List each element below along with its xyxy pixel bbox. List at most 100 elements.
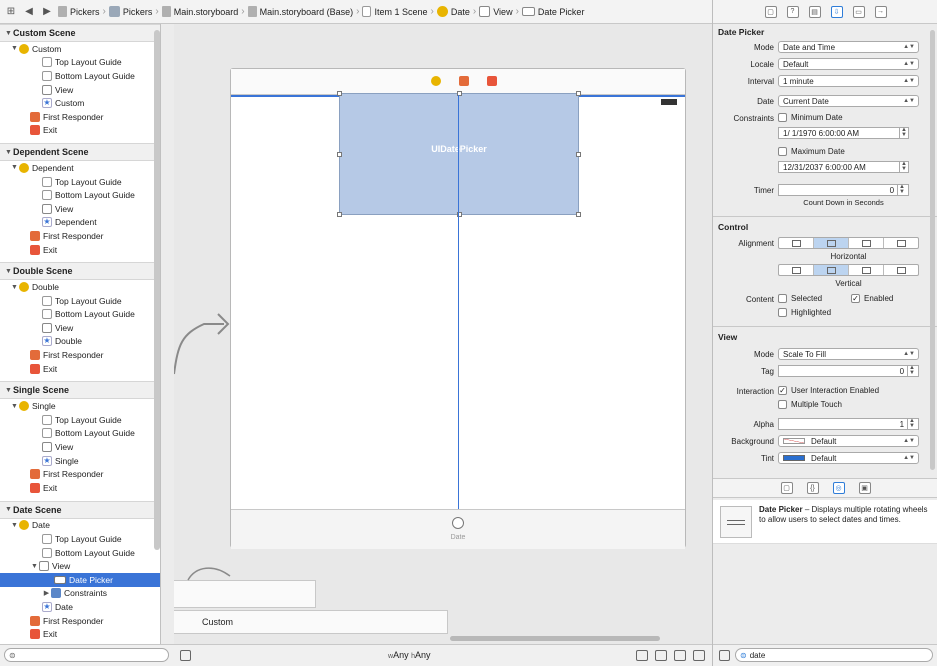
disclosure-triangle-icon[interactable]: ▼ xyxy=(10,284,19,291)
file-inspector-icon[interactable]: ▢ xyxy=(764,5,777,18)
breadcrumb-project[interactable]: Pickers xyxy=(58,6,100,17)
resize-handle[interactable] xyxy=(576,91,581,96)
outline-row[interactable]: Top Layout Guide xyxy=(0,56,160,70)
outline-row-date-picker-selected[interactable]: Date Picker xyxy=(0,573,160,587)
outline-row[interactable]: Top Layout Guide xyxy=(0,294,160,308)
multiple-touch-checkbox[interactable]: Multiple Touch xyxy=(778,400,842,409)
stepper-icon[interactable]: ▲ ▼ xyxy=(907,365,916,376)
interval-popup[interactable]: 1 minute ▲▼ xyxy=(778,75,919,87)
outline-row[interactable]: Exit xyxy=(0,124,160,138)
vertical-alignment-control[interactable] xyxy=(778,264,919,276)
outline-row[interactable]: Bottom Layout Guide xyxy=(0,69,160,83)
background-color-popup[interactable]: Default ▲▼ xyxy=(778,435,919,447)
minimum-date-field[interactable]: 1/ 1/1970 6:00:00 AM ▲ ▼ xyxy=(778,127,909,139)
outline-filter-field[interactable]: ⊜ xyxy=(4,648,169,662)
stepper-icon[interactable]: ▲ ▼ xyxy=(907,418,916,429)
outline-row[interactable]: Exit xyxy=(0,243,160,257)
stepper-icon[interactable]: ▲ ▼ xyxy=(899,161,908,172)
stepper-icon[interactable]: ▲ ▼ xyxy=(897,184,906,195)
align-left-icon[interactable] xyxy=(779,238,814,248)
resize-handle[interactable] xyxy=(337,91,342,96)
view-controller-icon[interactable] xyxy=(431,76,441,86)
media-library-icon[interactable]: ▣ xyxy=(858,482,871,494)
pin-icon[interactable] xyxy=(655,650,667,661)
size-class-control[interactable]: wAny hAny xyxy=(388,650,431,660)
inspector-scrollbar[interactable] xyxy=(930,30,935,470)
outline-row[interactable]: View xyxy=(0,321,160,335)
enabled-checkbox[interactable]: ✓ Enabled xyxy=(851,294,893,303)
user-interaction-checkbox[interactable]: ✓ User Interaction Enabled xyxy=(778,386,879,395)
clock-icon[interactable] xyxy=(452,517,464,529)
disclosure-triangle-icon[interactable]: ▼ xyxy=(4,387,13,394)
outline-row-controller[interactable]: ▼ Double xyxy=(0,280,160,294)
grid-view-icon[interactable] xyxy=(719,650,730,661)
locale-popup[interactable]: Default ▲▼ xyxy=(778,58,919,70)
align-fill-icon[interactable] xyxy=(884,238,918,248)
outline-row[interactable]: Bottom Layout Guide xyxy=(0,308,160,322)
outline-row[interactable]: Top Layout Guide xyxy=(0,175,160,189)
forward-arrow-icon[interactable]: ▶ xyxy=(40,5,54,19)
back-arrow-icon[interactable]: ◀ xyxy=(22,5,36,19)
library-search-field[interactable]: ⊜ date xyxy=(735,648,933,662)
breadcrumb-view[interactable]: View xyxy=(479,6,513,17)
outline-row[interactable]: First Responder xyxy=(0,110,160,124)
outline-row[interactable]: First Responder xyxy=(0,229,160,243)
size-inspector-icon[interactable]: ▭ xyxy=(852,5,865,18)
outline-row[interactable]: Exit xyxy=(0,627,160,641)
outline-row[interactable]: ★ Dependent xyxy=(0,216,160,230)
disclosure-triangle-icon[interactable]: ▼ xyxy=(10,403,19,410)
first-responder-icon[interactable] xyxy=(459,76,469,86)
scene-header[interactable]: ▼ Single Scene xyxy=(0,381,160,400)
breadcrumb-date-picker[interactable]: Date Picker xyxy=(521,7,584,17)
connections-inspector-icon[interactable]: → xyxy=(874,5,887,18)
outline-row[interactable]: Exit xyxy=(0,362,160,376)
outline-row[interactable]: Top Layout Guide xyxy=(0,413,160,427)
scene-frame-partial[interactable] xyxy=(174,580,316,608)
outline-row[interactable]: View xyxy=(0,440,160,454)
align-center-icon[interactable] xyxy=(814,238,849,248)
outline-row[interactable]: ★ Single xyxy=(0,454,160,468)
outline-row[interactable]: Exit xyxy=(0,481,160,495)
view-controller-frame[interactable]: UIDatePicker Date xyxy=(230,68,686,549)
disclosure-triangle-icon[interactable]: ▼ xyxy=(4,506,13,513)
scene-header[interactable]: ▼ Dependent Scene xyxy=(0,143,160,162)
resize-handle[interactable] xyxy=(337,152,342,157)
outline-row-controller[interactable]: ▼ Single xyxy=(0,399,160,413)
scene-header[interactable]: ▼ Date Scene xyxy=(0,500,160,519)
highlighted-checkbox[interactable]: Highlighted xyxy=(778,308,831,317)
outline-row[interactable]: ★ Double xyxy=(0,335,160,349)
align-icon[interactable] xyxy=(636,650,648,661)
exit-icon[interactable] xyxy=(487,76,497,86)
horizontal-alignment-control[interactable] xyxy=(778,237,919,249)
mode-popup[interactable]: Date and Time ▲▼ xyxy=(778,41,919,53)
outline-scrollbar[interactable] xyxy=(154,30,160,550)
disclosure-triangle-icon[interactable]: ▼ xyxy=(10,164,19,171)
outline-row[interactable]: Top Layout Guide xyxy=(0,532,160,546)
alpha-field[interactable]: 1 ▲ ▼ xyxy=(778,418,919,430)
outline-row-controller[interactable]: ▼ Dependent xyxy=(0,161,160,175)
tag-field[interactable]: 0 ▲ ▼ xyxy=(778,365,919,377)
disclosure-triangle-icon[interactable]: ▼ xyxy=(10,522,19,529)
scene-header[interactable]: ▼ Double Scene xyxy=(0,262,160,281)
selected-checkbox[interactable]: Selected xyxy=(778,294,822,303)
outline-row[interactable]: Bottom Layout Guide xyxy=(0,546,160,560)
breadcrumb-storyboard-base[interactable]: Main.storyboard (Base) xyxy=(247,6,353,17)
disclosure-triangle-icon[interactable]: ▼ xyxy=(10,45,19,52)
library-item-date-picker[interactable]: Date Picker – Displays multiple rotating… xyxy=(713,500,937,544)
disclosure-triangle-icon[interactable]: ▼ xyxy=(4,30,13,37)
outline-row[interactable]: View xyxy=(0,83,160,97)
resizing-behavior-icon[interactable] xyxy=(693,650,705,661)
outline-row-controller[interactable]: ▼ Custom xyxy=(0,42,160,56)
storyboard-canvas[interactable]: UIDatePicker Date Custom xyxy=(174,24,712,644)
related-items-icon[interactable]: ⊞ xyxy=(4,5,18,19)
breadcrumb-controller[interactable]: Date xyxy=(436,6,470,17)
breadcrumb-group[interactable]: Pickers xyxy=(108,6,152,17)
attributes-inspector-icon[interactable]: ⇩ xyxy=(830,5,843,18)
stepper-icon[interactable]: ▲ ▼ xyxy=(899,127,908,138)
outline-row-view[interactable]: ▼ View xyxy=(0,559,160,573)
date-picker-view[interactable]: UIDatePicker xyxy=(337,91,581,217)
object-library-icon[interactable]: ◎ xyxy=(832,482,845,494)
align-bottom-icon[interactable] xyxy=(849,265,884,275)
outline-row[interactable]: First Responder xyxy=(0,614,160,628)
view-mode-popup[interactable]: Scale To Fill ▲▼ xyxy=(778,348,919,360)
